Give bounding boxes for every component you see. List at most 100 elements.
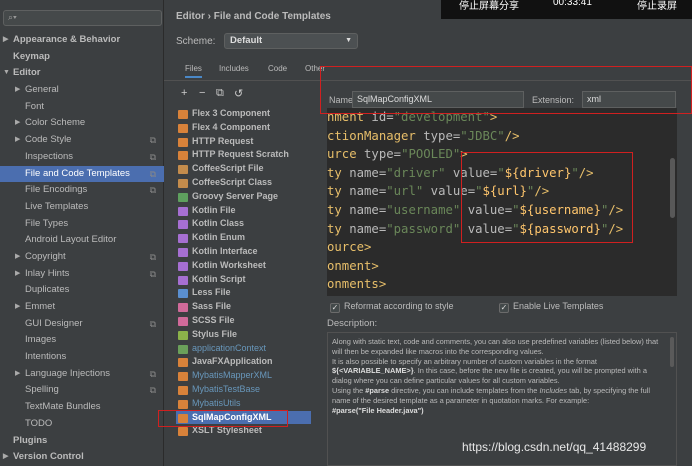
sidebar-item-label: General <box>25 84 59 96</box>
template-item-label: Kotlin Enum <box>192 232 245 243</box>
scheme-dropdown[interactable]: Default ▼ <box>224 33 358 49</box>
file-type-icon <box>178 261 188 271</box>
template-editor[interactable]: nment id="development"> ctionManager type… <box>327 108 677 296</box>
chevron-right-icon[interactable]: ▶ <box>15 132 20 149</box>
chevron-down-icon[interactable]: ▼ <box>3 65 10 82</box>
sidebar-item-file-types[interactable]: File Types <box>0 216 164 233</box>
project-scope-icon: ⧉ <box>149 168 156 179</box>
template-item-xslt-stylesheet[interactable]: XSLT Stylesheet <box>176 424 311 438</box>
template-item-mybatistestbase[interactable]: MybatisTestBase <box>176 383 311 397</box>
sidebar-item-inlay-hints[interactable]: ▶ Inlay Hints ⧉ <box>0 266 164 283</box>
sidebar-item-version-control[interactable]: ▶ Version Control <box>0 449 164 466</box>
sidebar-item-copyright[interactable]: ▶ Copyright ⧉ <box>0 249 164 266</box>
sidebar-item-inspections[interactable]: Inspections ⧉ <box>0 149 164 166</box>
watermark: https://blog.csdn.net/qq_41488299 <box>462 440 647 454</box>
tab-code[interactable]: Code <box>268 64 287 73</box>
sidebar-item-android-layout-editor[interactable]: Android Layout Editor <box>0 232 164 249</box>
sidebar-item-images[interactable]: Images <box>0 332 164 349</box>
copy-icon[interactable]: ⧉ <box>216 87 224 100</box>
sidebar-item-general[interactable]: ▶ General <box>0 82 164 99</box>
sidebar-item-spelling[interactable]: Spelling ⧉ <box>0 382 164 399</box>
code-token: name= <box>349 202 387 217</box>
template-item-label: Kotlin Interface <box>192 245 258 256</box>
template-item-flex-3-component[interactable]: Flex 3 Component <box>176 107 311 121</box>
template-item-kotlin-class[interactable]: Kotlin Class <box>176 217 311 231</box>
file-type-icon <box>178 206 188 216</box>
remove-icon[interactable]: − <box>199 87 205 99</box>
template-item-kotlin-script[interactable]: Kotlin Script <box>176 273 311 287</box>
chevron-right-icon[interactable]: ▶ <box>15 249 20 266</box>
sidebar-item-label: TODO <box>25 417 53 429</box>
live-templates-label: Enable Live Templates <box>513 301 604 311</box>
checkmark-icon: ✓ <box>330 303 340 313</box>
tab-other[interactable]: Other <box>305 64 325 73</box>
template-item-groovy-server-page[interactable]: Groovy Server Page <box>176 190 311 204</box>
chevron-right-icon[interactable]: ▶ <box>15 266 20 283</box>
add-icon[interactable]: + <box>181 87 187 99</box>
code-line: ctionManager type="JDBC"/> <box>327 127 677 146</box>
template-item-stylus-file[interactable]: Stylus File <box>176 328 311 342</box>
template-item-applicationcontext[interactable]: applicationContext <box>176 342 311 356</box>
sidebar-item-emmet[interactable]: ▶ Emmet <box>0 299 164 316</box>
code-token: "POOLED" <box>401 147 461 162</box>
sidebar-item-duplicates[interactable]: Duplicates <box>0 282 164 299</box>
sidebar-item-file-and-code-templates[interactable]: File and Code Templates ⧉ <box>0 165 164 183</box>
file-type-icon <box>178 234 188 244</box>
chevron-right-icon[interactable]: ▶ <box>15 299 20 316</box>
stop-record-button[interactable]: 停止录屏 <box>637 0 677 12</box>
live-templates-checkbox[interactable]: ✓ Enable Live Templates <box>499 301 603 313</box>
sidebar-item-label: Inspections <box>25 150 74 162</box>
sidebar-item-label: Intentions <box>25 351 67 363</box>
sidebar-item-todo[interactable]: TODO <box>0 416 164 433</box>
template-item-coffeescript-file[interactable]: CoffeeScript File <box>176 162 311 176</box>
sidebar-item-language-injections[interactable]: ▶ Language Injections ⧉ <box>0 366 164 383</box>
name-field[interactable]: SqlMapConfigXML <box>352 91 524 108</box>
template-item-kotlin-interface[interactable]: Kotlin Interface <box>176 245 311 259</box>
sidebar-item-textmate-bundles[interactable]: TextMate Bundles <box>0 399 164 416</box>
tab-includes[interactable]: Includes <box>219 64 249 73</box>
sidebar-item-intentions[interactable]: Intentions <box>0 349 164 366</box>
template-item-mybatisutils[interactable]: MybatisUtils <box>176 397 311 411</box>
code-token: "username" <box>386 202 468 217</box>
extension-field[interactable]: xml <box>582 91 676 108</box>
file-type-icon <box>178 275 188 285</box>
reformat-checkbox[interactable]: ✓ Reformat according to style <box>330 301 454 313</box>
stop-share-button[interactable]: 停止屏幕分享 <box>459 0 519 12</box>
sidebar-item-font[interactable]: Font <box>0 99 164 116</box>
reset-icon[interactable]: ↺ <box>234 87 243 100</box>
chevron-right-icon[interactable]: ▶ <box>15 82 20 99</box>
template-item-kotlin-worksheet[interactable]: Kotlin Worksheet <box>176 259 311 273</box>
template-item-http-request-scratch[interactable]: HTTP Request Scratch <box>176 148 311 162</box>
sidebar-item-appearance-behavior[interactable]: ▶ Appearance & Behavior <box>0 32 164 49</box>
template-item-kotlin-file[interactable]: Kotlin File <box>176 204 311 218</box>
chevron-right-icon[interactable]: ▶ <box>3 32 8 49</box>
template-item-flex-4-component[interactable]: Flex 4 Component <box>176 121 311 135</box>
sidebar-item-color-scheme[interactable]: ▶ Color Scheme <box>0 115 164 132</box>
template-item-coffeescript-class[interactable]: CoffeeScript Class <box>176 176 311 190</box>
checkmark-icon: ✓ <box>499 303 509 313</box>
chevron-right-icon[interactable]: ▶ <box>15 115 20 132</box>
tab-files[interactable]: Files <box>185 64 202 78</box>
template-item-kotlin-enum[interactable]: Kotlin Enum <box>176 231 311 245</box>
sidebar-item-gui-designer[interactable]: GUI Designer ⧉ <box>0 316 164 333</box>
divider <box>164 80 692 81</box>
template-item-label: Groovy Server Page <box>192 190 279 201</box>
sidebar-item-editor[interactable]: ▼ Editor <box>0 65 164 82</box>
sidebar-item-file-encodings[interactable]: File Encodings ⧉ <box>0 182 164 199</box>
template-item-mybatismapperxml[interactable]: MybatisMapperXML <box>176 369 311 383</box>
settings-search-input[interactable]: ⌕▾ <box>3 10 162 26</box>
code-token: ty <box>327 184 350 199</box>
template-item-sqlmapconfigxml[interactable]: SqlMapConfigXML <box>176 410 311 425</box>
template-item-http-request[interactable]: HTTP Request <box>176 135 311 149</box>
template-item-javafxapplication[interactable]: JavaFXApplication <box>176 355 311 369</box>
template-item-scss-file[interactable]: SCSS File <box>176 314 311 328</box>
chevron-right-icon[interactable]: ▶ <box>15 366 20 383</box>
sidebar-item-live-templates[interactable]: Live Templates <box>0 199 164 216</box>
template-item-sass-file[interactable]: Sass File <box>176 300 311 314</box>
description-scrollbar[interactable] <box>670 337 674 367</box>
sidebar-item-code-style[interactable]: ▶ Code Style ⧉ <box>0 132 164 149</box>
template-item-less-file[interactable]: Less File <box>176 286 311 300</box>
sidebar-item-plugins[interactable]: Plugins <box>0 433 164 450</box>
sidebar-item-keymap[interactable]: Keymap <box>0 49 164 66</box>
chevron-right-icon[interactable]: ▶ <box>3 449 8 466</box>
